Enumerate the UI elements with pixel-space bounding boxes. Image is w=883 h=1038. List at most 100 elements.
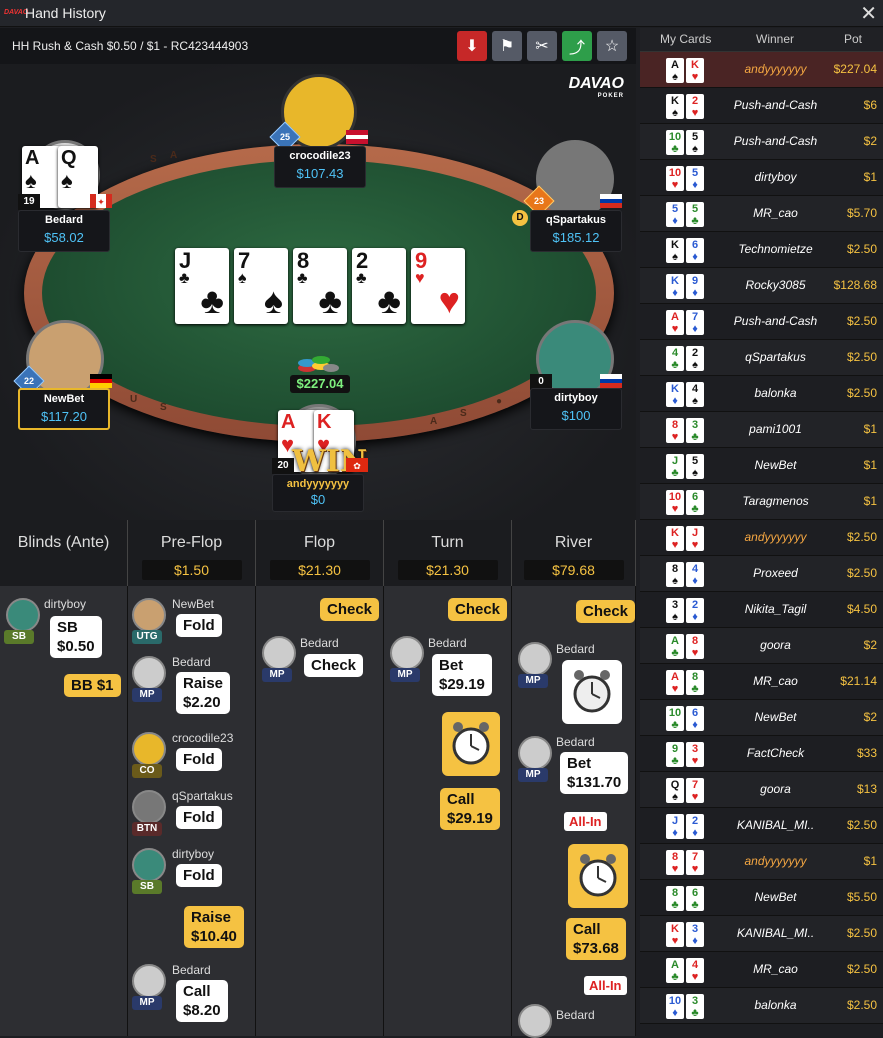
hand-row[interactable]: Q ♠ 7 ♥ goora $13 (640, 772, 883, 808)
hand-row[interactable]: A ♥ 8 ♣ MR_cao $21.14 (640, 664, 883, 700)
player-plate[interactable]: crocodile23 $107.43 (274, 146, 366, 188)
hole-card: 6 ♣ (686, 886, 704, 911)
star-button[interactable]: ☆ (597, 31, 627, 61)
hand-row[interactable]: K ♦ 9 ♦ Rocky3085 $128.68 (640, 268, 883, 304)
hole-card: 10 ♣ (666, 706, 684, 731)
hole-card: 7 ♥ (686, 850, 704, 875)
street-header: Flop $21.30 (256, 520, 384, 586)
winner-name: MR_cao (753, 962, 798, 976)
position-badge: MP (132, 996, 162, 1010)
hide-button[interactable]: ✂ (527, 31, 557, 61)
hand-row[interactable]: K ♠ 6 ♦ Technomietze $2.50 (640, 232, 883, 268)
hole-card: 4 ♠ (686, 382, 704, 407)
hand-row[interactable]: 10 ♣ 6 ♦ NewBet $2 (640, 700, 883, 736)
pot-amount: $227.04 (833, 62, 877, 76)
action-bubble: Call $73.68 (566, 918, 626, 960)
rim-text: S (150, 154, 157, 165)
action-bubble: Fold (176, 614, 222, 637)
winner-name: andyyyyyyy (744, 854, 807, 868)
action-bubble: Check (304, 654, 364, 677)
winner-name: KANIBAL_MI.. (736, 926, 815, 940)
hand-row[interactable]: A ♥ 7 ♦ Push-and-Cash $2.50 (640, 304, 883, 340)
pot-amount: $128.68 (833, 278, 877, 292)
position-badge: MP (518, 768, 548, 782)
winner-name: NewBet (754, 458, 797, 472)
hand-row[interactable]: 8 ♥ 7 ♥ andyyyyyyy $1 (640, 844, 883, 880)
action-bubble: Call $29.19 (440, 788, 500, 830)
action-bubble: Check (320, 598, 380, 621)
hand-row[interactable]: K ♥ 3 ♦ KANIBAL_MI.. $2.50 (640, 916, 883, 952)
avatar (132, 656, 166, 690)
hole-card: 3 ♣ (686, 994, 704, 1019)
hole-card: 4 ♥ (686, 958, 704, 983)
winner-name: KANIBAL_MI.. (736, 818, 815, 832)
download-icon: ⬇ (465, 38, 479, 55)
hole-card: 3 ♣ (686, 418, 704, 443)
hole-card: J ♥ (686, 526, 704, 551)
hand-row[interactable]: 9 ♣ 3 ♥ FactCheck $33 (640, 736, 883, 772)
pot-amount: $2.50 (846, 566, 877, 580)
flag-icon: ✦ (90, 194, 112, 208)
hand-row[interactable]: J ♦ 2 ♦ KANIBAL_MI.. $2.50 (640, 808, 883, 844)
hand-row[interactable]: 3 ♠ 2 ♦ Nikita_Tagil $4.50 (640, 592, 883, 628)
hole-card: 2 ♦ (686, 814, 704, 839)
flag-button[interactable]: ⚑ (492, 31, 522, 61)
hand-row[interactable]: A ♣ 8 ♥ goora $2 (640, 628, 883, 664)
download-button[interactable]: ⬇ (457, 31, 487, 61)
player-plate[interactable]: NewBet $117.20 (18, 388, 110, 430)
hand-row[interactable]: 10 ♥ 5 ♦ dirtyboy $1 (640, 160, 883, 196)
hand-row[interactable]: 8 ♣ 6 ♣ NewBet $5.50 (640, 880, 883, 916)
rim-text: A (170, 150, 178, 161)
avatar (132, 964, 166, 998)
winner-name: Rocky3085 (745, 278, 806, 292)
winner-name: balonka (754, 386, 797, 400)
hand-row[interactable]: A ♠ K ♥ andyyyyyyy $227.04 (640, 52, 883, 88)
hole-card: K ♠ (666, 94, 684, 119)
hole-card: J ♣ (666, 454, 684, 479)
player-name: Bedard (300, 636, 339, 650)
hand-row[interactable]: 10 ♥ 6 ♣ Taragmenos $1 (640, 484, 883, 520)
pot-amount: $2 (863, 134, 877, 148)
winner-name: MR_cao (753, 206, 798, 220)
rim-text: S (160, 402, 167, 413)
share-button[interactable]: ⤴ (562, 31, 592, 61)
hand-row[interactable]: K ♠ 2 ♥ Push-and-Cash $6 (640, 88, 883, 124)
pot-amount: $5.50 (846, 890, 877, 904)
position-badge: CO (132, 764, 162, 778)
flag-icon (600, 374, 622, 388)
pot-amount: $2.50 (846, 962, 877, 976)
col-pot: Pot (844, 32, 863, 46)
board-card: 8 ♣ ♣ (293, 248, 347, 324)
hand-row[interactable]: 5 ♦ 5 ♣ MR_cao $5.70 (640, 196, 883, 232)
hand-row[interactable]: 8 ♥ 3 ♣ pami1001 $1 (640, 412, 883, 448)
hole-card: A ♣ (666, 634, 684, 659)
player-plate[interactable]: qSpartakus $185.12 (530, 210, 622, 252)
position-badge: MP (518, 674, 548, 688)
pot-amount: $1 (863, 170, 877, 184)
hole-card: 2 ♠ (686, 346, 704, 371)
pot-amount: $6 (863, 98, 877, 112)
hole-card: 6 ♦ (686, 706, 704, 731)
hand-row[interactable]: J ♣ 5 ♠ NewBet $1 (640, 448, 883, 484)
winner-name: andyyyyyyy (744, 530, 807, 544)
hand-row[interactable]: 10 ♦ 3 ♣ balonka $2.50 (640, 988, 883, 1024)
action-bubble: BB $1 (64, 674, 121, 697)
hand-row[interactable]: 4 ♣ 2 ♠ qSpartakus $2.50 (640, 340, 883, 376)
position-badge: BTN (132, 822, 162, 836)
player-plate[interactable]: andyyyyyyy $0 (272, 474, 364, 512)
timeout-clock-icon (442, 712, 500, 776)
position-badge: SB (132, 880, 162, 894)
col-my-cards: My Cards (660, 32, 712, 46)
pot-amount: $2.50 (846, 386, 877, 400)
hole-card: A ♥ (666, 310, 684, 335)
hole-card: 5 ♣ (686, 202, 704, 227)
hand-row[interactable]: K ♥ J ♥ andyyyyyyy $2.50 (640, 520, 883, 556)
hand-row[interactable]: K ♦ 4 ♠ balonka $2.50 (640, 376, 883, 412)
hand-row[interactable]: 10 ♣ 5 ♠ Push-and-Cash $2 (640, 124, 883, 160)
player-plate[interactable]: Bedard $58.02 (18, 210, 110, 252)
star-icon: ☆ (604, 38, 620, 55)
hand-row[interactable]: A ♣ 4 ♥ MR_cao $2.50 (640, 952, 883, 988)
player-plate[interactable]: dirtyboy $100 (530, 388, 622, 430)
hand-row[interactable]: 8 ♠ 4 ♦ Proxeed $2.50 (640, 556, 883, 592)
close-icon[interactable]: ✕ (860, 1, 877, 26)
